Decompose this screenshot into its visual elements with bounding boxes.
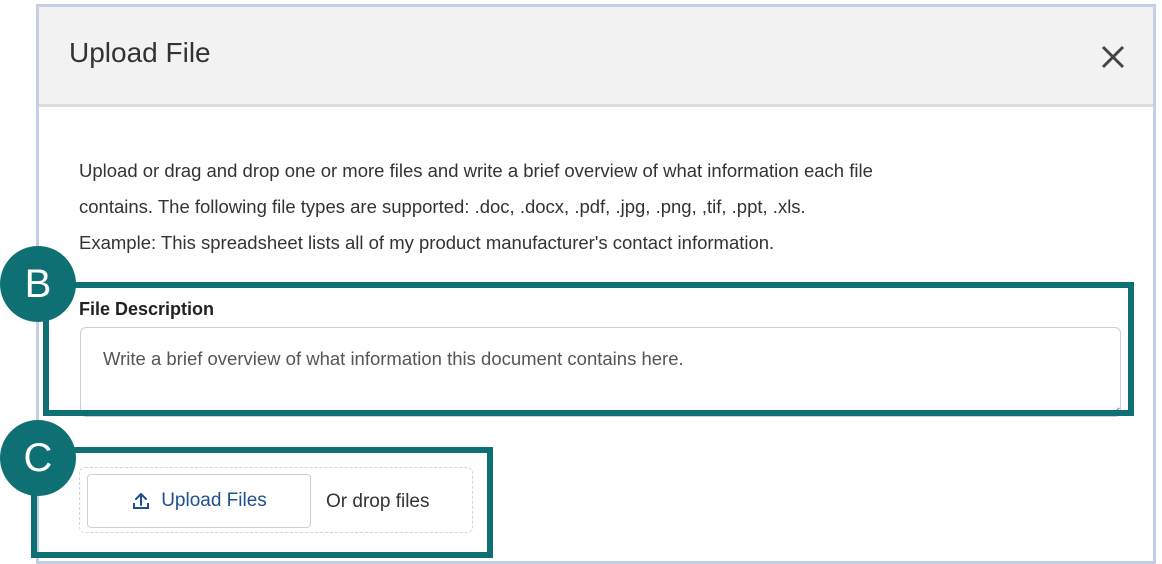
instructions-line: contains. The following file types are s… (79, 196, 806, 217)
instructions-line: Example: This spreadsheet lists all of m… (79, 232, 775, 253)
instructions-line: Upload or drag and drop one or more file… (79, 160, 873, 181)
callout-b-frame (43, 282, 1134, 416)
callout-c-badge: C (0, 420, 76, 496)
instructions: Upload or drag and drop one or more file… (79, 153, 1119, 261)
close-icon (1101, 45, 1125, 69)
callout-b-badge: B (0, 246, 76, 322)
dialog-header: Upload File (39, 7, 1153, 107)
close-button[interactable] (1093, 37, 1133, 77)
callout-c-frame (31, 447, 493, 558)
dialog-title: Upload File (69, 37, 211, 68)
